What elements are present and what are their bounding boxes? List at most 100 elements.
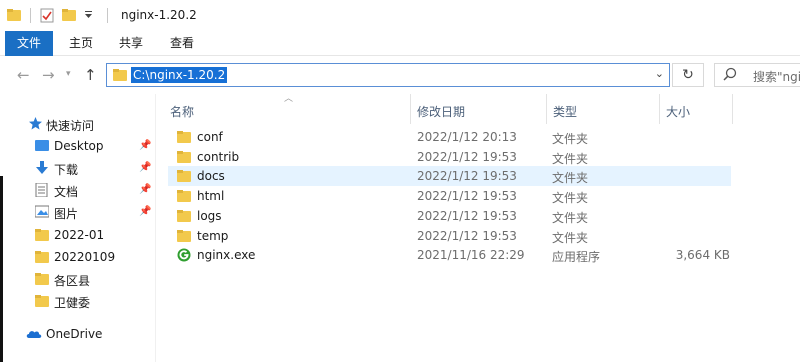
- nav-item-label: 20220109: [54, 250, 116, 264]
- tab-file[interactable]: 文件: [5, 31, 53, 56]
- tab-view[interactable]: 查看: [164, 31, 200, 56]
- folder-icon: [177, 229, 191, 242]
- folder-icon: [177, 190, 191, 203]
- folder-icon: [7, 9, 21, 21]
- column-header-label: 名称: [170, 105, 195, 119]
- file-row[interactable]: html 2022/1/12 19:53 文件夹: [168, 186, 731, 206]
- customize-toolbar-icon[interactable]: [84, 11, 93, 19]
- separator: [107, 8, 108, 23]
- nav-item-label: OneDrive: [46, 327, 103, 341]
- file-type: 文件夹: [552, 191, 589, 206]
- column-header-label: 修改日期: [417, 105, 466, 119]
- file-name: temp: [197, 228, 229, 243]
- pin-icon: 📌: [139, 184, 152, 195]
- nginx-app-icon: [177, 248, 191, 262]
- nav-item-folder-2022-01[interactable]: 2022-01: [0, 225, 155, 247]
- address-path[interactable]: C:\nginx-1.20.2: [131, 67, 228, 83]
- document-icon: [35, 183, 48, 197]
- forward-arrow-icon[interactable]: →: [42, 66, 55, 84]
- up-arrow-icon[interactable]: ↑: [84, 66, 97, 84]
- file-size: 3,664 KB: [675, 248, 730, 263]
- refresh-icon: ↻: [682, 67, 694, 83]
- file-row[interactable]: conf 2022/1/12 20:13 文件夹: [168, 127, 731, 147]
- folder-icon: [177, 150, 191, 163]
- pictures-icon: [35, 205, 49, 218]
- file-name: logs: [197, 208, 222, 223]
- folder-icon: [177, 170, 191, 183]
- file-row[interactable]: docs 2022/1/12 19:53 文件夹: [168, 166, 731, 187]
- nav-item-quick-access[interactable]: 快速访问: [0, 114, 155, 136]
- file-name: contrib: [197, 149, 240, 164]
- nav-item-label: 2022-01: [54, 228, 105, 242]
- folder-icon: [35, 251, 49, 263]
- nav-item-label: 图片: [54, 207, 79, 221]
- search-input[interactable]: 搜索"nginx-1.20.2": [714, 63, 800, 87]
- file-type: 文件夹: [552, 151, 589, 166]
- refresh-button[interactable]: ↻: [672, 63, 704, 87]
- folder-icon: [35, 295, 49, 307]
- search-placeholder: 搜索"nginx-1.20.2": [753, 70, 800, 84]
- nav-item-pictures[interactable]: 图片 📌: [0, 202, 155, 224]
- folder-icon: [35, 273, 49, 285]
- file-name: docs: [197, 169, 225, 184]
- nav-item-label: 文档: [54, 185, 79, 199]
- file-name: nginx.exe: [197, 248, 256, 263]
- properties-icon[interactable]: [40, 8, 54, 23]
- file-modified-date: 2022/1/12 19:53: [417, 169, 517, 184]
- address-row: ← → ▾ ↑ C:\nginx-1.20.2 ⌄ ↻ 搜索"nginx-1.2…: [0, 57, 800, 94]
- nav-item-folder-counties[interactable]: 各区县: [0, 269, 155, 291]
- column-header-date[interactable]: 修改日期: [411, 94, 546, 124]
- nav-item-label: 卫健委: [54, 296, 91, 310]
- new-folder-icon[interactable]: [62, 8, 76, 22]
- nav-item-onedrive[interactable]: OneDrive: [0, 324, 155, 346]
- file-modified-date: 2021/11/16 22:29: [417, 248, 525, 263]
- desktop-folder-icon: [35, 140, 49, 151]
- nav-item-label: 下载: [54, 163, 79, 177]
- file-type: 应用程序: [552, 250, 601, 265]
- recent-locations-chevron-icon[interactable]: ▾: [66, 69, 71, 79]
- tab-home[interactable]: 主页: [63, 31, 99, 56]
- column-header-size[interactable]: 大小: [660, 94, 732, 124]
- nav-item-label: 各区县: [54, 274, 91, 288]
- folder-icon: [35, 229, 49, 241]
- file-type: 文件夹: [552, 230, 589, 245]
- nav-item-folder-health-commission[interactable]: 卫健委: [0, 291, 155, 313]
- tab-share[interactable]: 共享: [113, 31, 149, 56]
- search-icon: [723, 67, 737, 81]
- file-modified-date: 2022/1/12 19:53: [417, 189, 517, 204]
- nav-item-label: Desktop: [54, 139, 104, 153]
- navigation-pane: 快速访问 Desktop 📌 下载 📌 文档 📌 图片 📌 2022-01 20…: [0, 94, 155, 362]
- separator: [30, 8, 31, 23]
- file-name: conf: [197, 130, 223, 144]
- pin-icon: 📌: [139, 206, 152, 217]
- title-bar: nginx-1.20.2: [0, 0, 800, 31]
- file-list: ︿ 名称 修改日期 类型 大小 conf 2022/1/12 20:13 文件夹 co…: [162, 94, 800, 362]
- pin-icon: 📌: [139, 162, 152, 173]
- file-row[interactable]: contrib 2022/1/12 19:53 文件夹: [168, 147, 731, 167]
- column-header-name[interactable]: 名称: [162, 94, 410, 124]
- column-divider[interactable]: [732, 94, 733, 124]
- file-type: 文件夹: [552, 171, 589, 186]
- nav-item-folder-20220109[interactable]: 20220109: [0, 247, 155, 269]
- nav-item-downloads[interactable]: 下载 📌: [0, 158, 155, 180]
- folder-icon: [177, 209, 191, 222]
- address-bar[interactable]: C:\nginx-1.20.2 ⌄: [106, 63, 670, 87]
- file-row[interactable]: logs 2022/1/12 19:53 文件夹: [168, 206, 731, 226]
- back-arrow-icon[interactable]: ←: [17, 66, 30, 84]
- pin-icon: 📌: [139, 140, 152, 151]
- file-type: 文件夹: [552, 132, 589, 146]
- nav-item-documents[interactable]: 文档 📌: [0, 180, 155, 202]
- file-row[interactable]: temp 2022/1/12 19:53 文件夹: [168, 226, 731, 246]
- nav-item-label: 快速访问: [46, 119, 95, 133]
- column-header-label: 类型: [553, 105, 578, 119]
- chevron-down-icon[interactable]: ⌄: [655, 67, 664, 80]
- file-row[interactable]: nginx.exe 2021/11/16 22:29 应用程序 3,664 KB: [168, 245, 731, 265]
- folder-icon: [177, 131, 191, 143]
- download-icon: [36, 161, 48, 174]
- cloud-icon: [26, 331, 42, 338]
- window-title: nginx-1.20.2: [121, 8, 197, 22]
- nav-item-desktop[interactable]: Desktop 📌: [0, 136, 155, 158]
- pane-divider[interactable]: [155, 94, 156, 362]
- file-modified-date: 2022/1/12 19:53: [417, 228, 517, 243]
- column-header-type[interactable]: 类型: [547, 94, 659, 124]
